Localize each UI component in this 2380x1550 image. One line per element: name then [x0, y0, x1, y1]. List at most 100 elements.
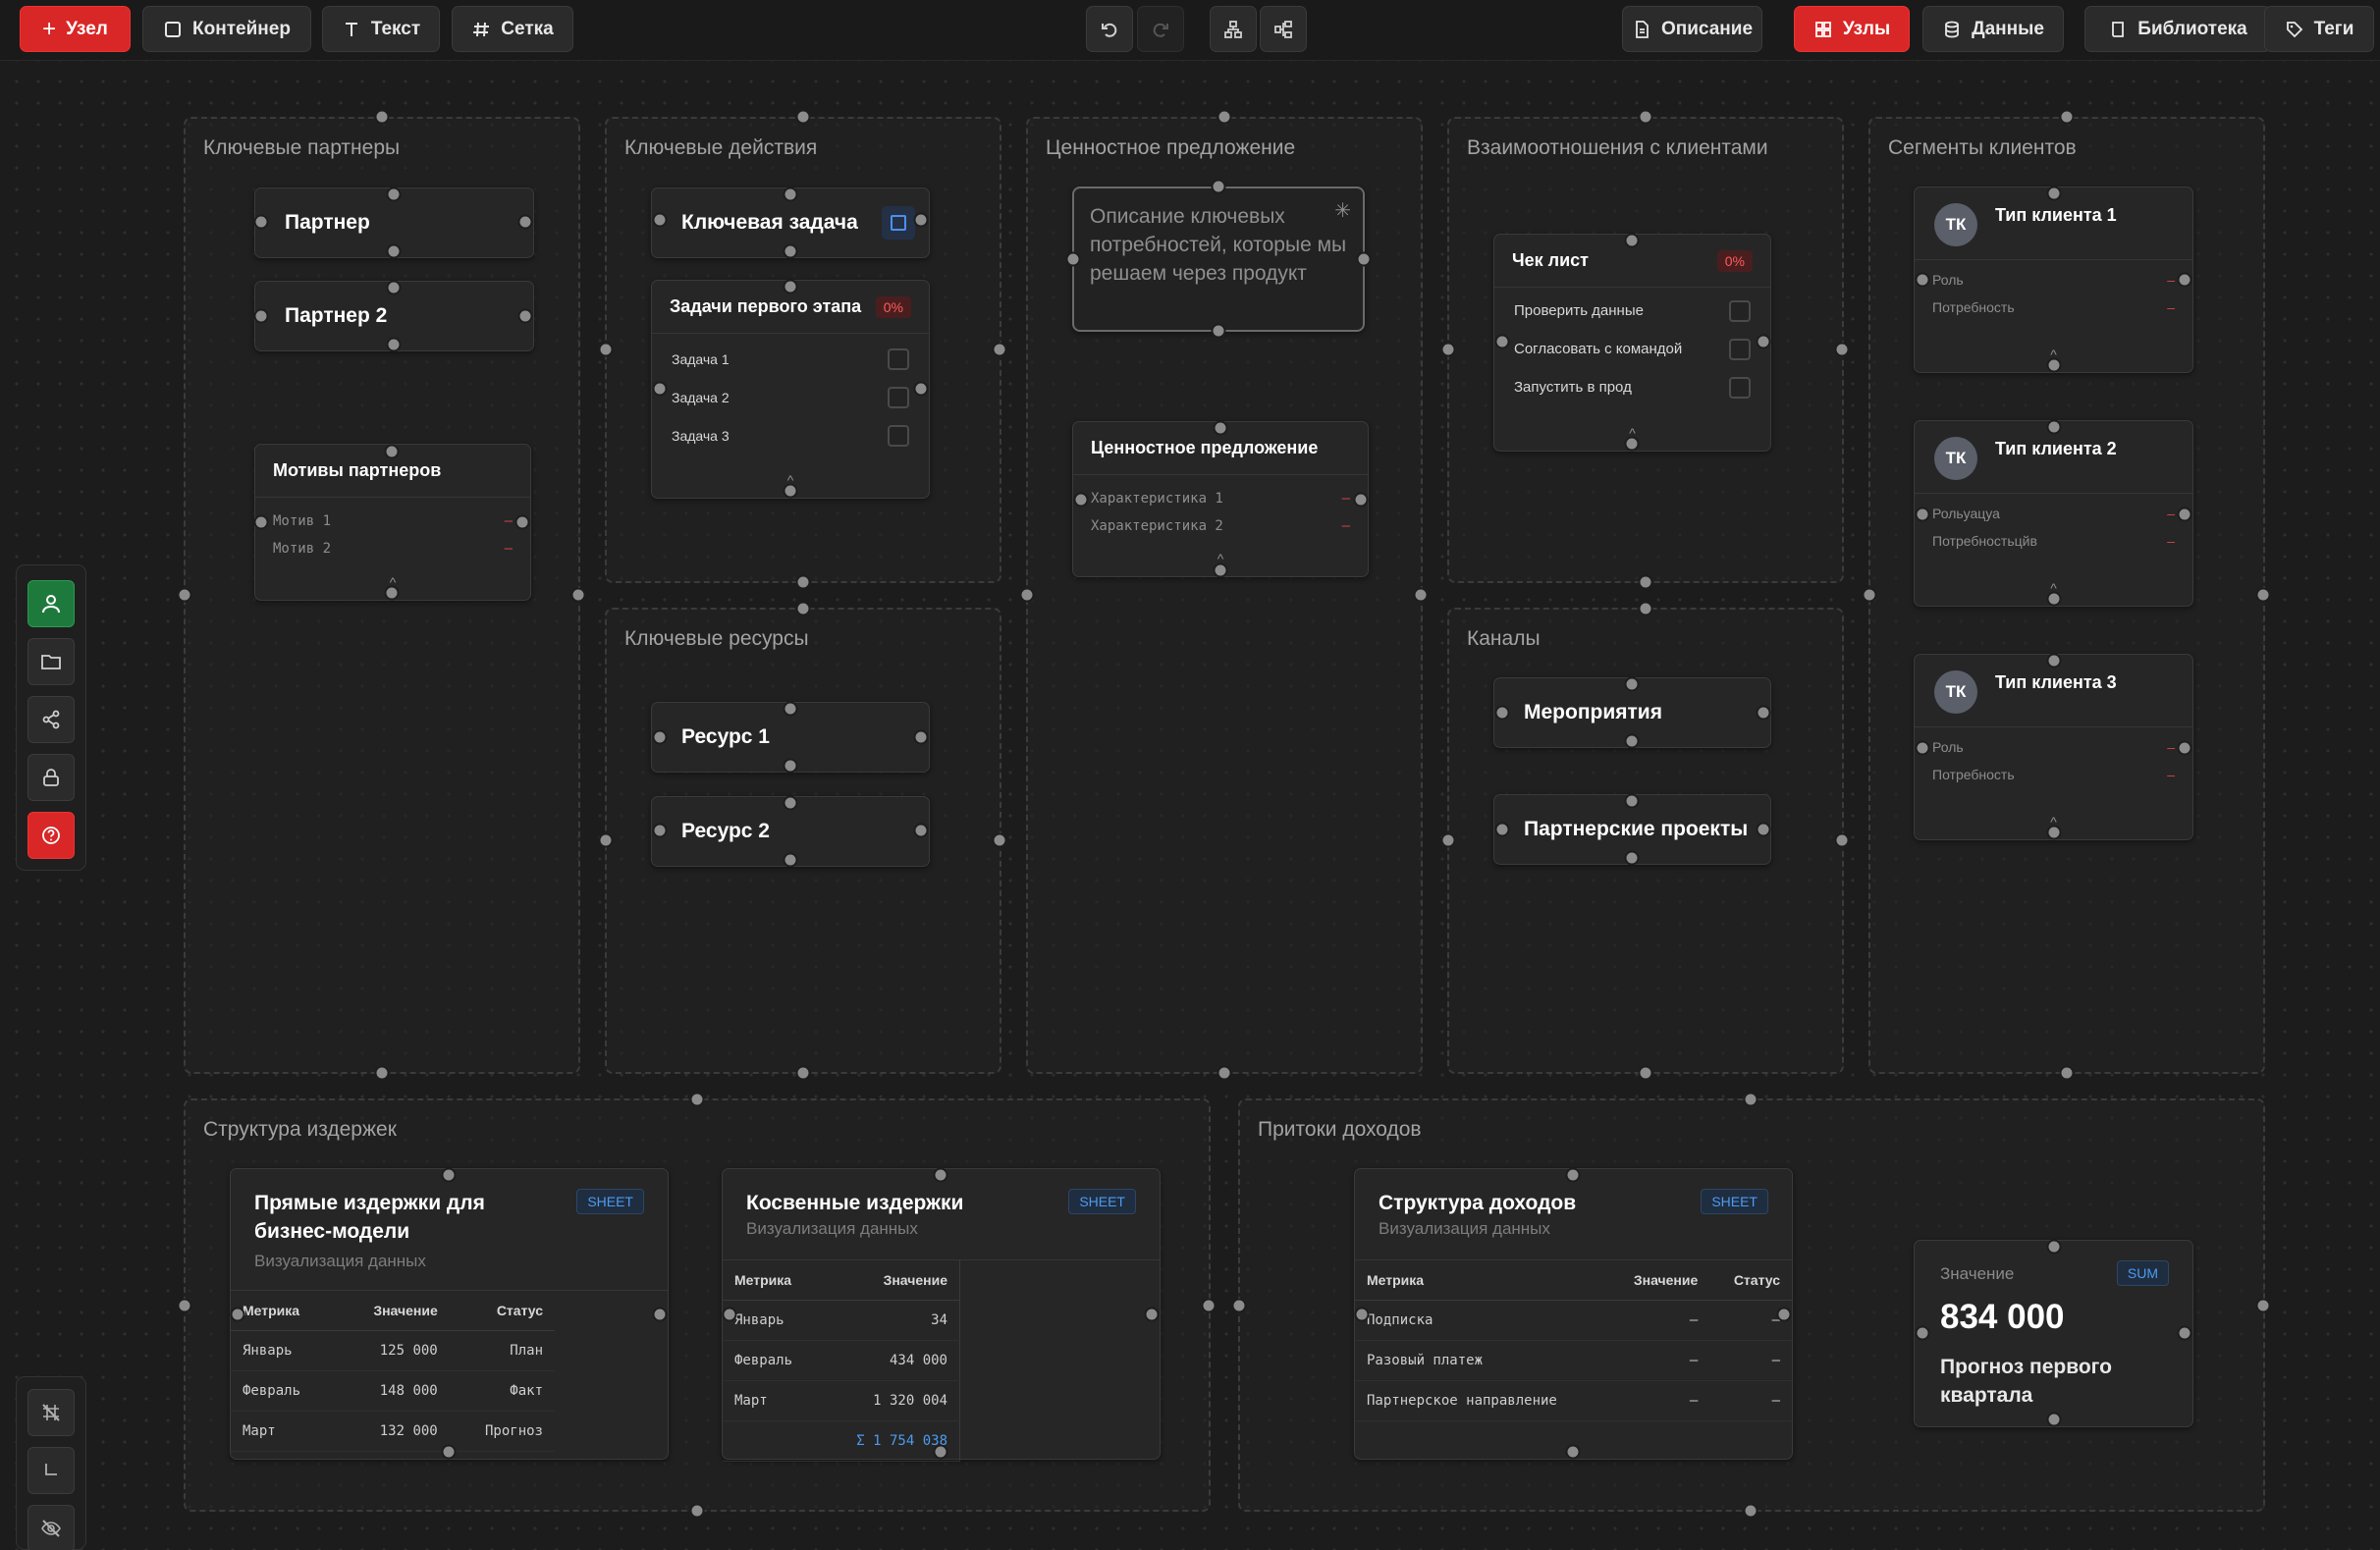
task-checkbox[interactable] — [888, 347, 909, 370]
handle-dot[interactable] — [374, 109, 390, 125]
handle-dot[interactable] — [2046, 653, 2062, 668]
auto-layout-button[interactable] — [1210, 6, 1257, 52]
handle-dot[interactable] — [1440, 342, 1456, 357]
node-customer-type-3[interactable]: ТК Тип клиента 3 Роль – Потребность – ^ — [1914, 654, 2193, 840]
handle-dot[interactable] — [517, 308, 533, 324]
handle-dot[interactable] — [384, 585, 400, 601]
checklist-checkbox[interactable] — [1729, 376, 1751, 399]
handle-dot[interactable] — [2046, 357, 2062, 373]
handle-dot[interactable] — [783, 243, 798, 259]
handle-dot[interactable] — [1915, 272, 1930, 288]
node-customer-type-1[interactable]: ТК Тип клиента 1 Роль – Потребность – ^ — [1914, 187, 2193, 373]
handle-dot[interactable] — [1624, 676, 1640, 692]
handle-dot[interactable] — [1624, 793, 1640, 809]
handle-dot[interactable] — [795, 601, 811, 616]
checklist-row[interactable]: Согласовать с командой — [1494, 330, 1770, 368]
handle-dot[interactable] — [386, 280, 402, 295]
handle-dot[interactable] — [374, 1065, 390, 1081]
handle-dot[interactable] — [795, 1065, 811, 1081]
handle-dot[interactable] — [598, 342, 614, 357]
handle-dot[interactable] — [570, 587, 586, 603]
handle-dot[interactable] — [1638, 574, 1653, 590]
grid-button[interactable]: Сетка — [452, 6, 573, 52]
description-button[interactable]: Описание — [1622, 6, 1762, 52]
handle-dot[interactable] — [652, 729, 668, 745]
edge-style-button[interactable] — [27, 1447, 75, 1494]
handle-dot[interactable] — [933, 1167, 948, 1183]
handle-dot[interactable] — [652, 823, 668, 838]
handle-dot[interactable] — [2046, 186, 2062, 201]
node-checklist[interactable]: Чек лист 0% Проверить данные Согласовать… — [1493, 234, 1771, 452]
handle-dot[interactable] — [2059, 109, 2075, 125]
handle-dot[interactable] — [1638, 601, 1653, 616]
handle-dot[interactable] — [2255, 587, 2271, 603]
handle-dot[interactable] — [1915, 507, 1930, 522]
node-revenue-structure-sheet[interactable]: Структура доходов Визуализация данных SH… — [1354, 1168, 1793, 1460]
node-direct-costs-sheet[interactable]: Прямые издержки для бизнес-модели Визуал… — [230, 1168, 669, 1460]
handle-dot[interactable] — [913, 212, 929, 228]
undo-button[interactable] — [1086, 6, 1133, 52]
table-row[interactable]: Февраль 434 000 — [723, 1340, 960, 1381]
handle-dot[interactable] — [1756, 705, 1771, 721]
checklist-row[interactable]: Проверить данные — [1494, 292, 1770, 330]
task-checkbox[interactable] — [888, 424, 909, 447]
handle-dot[interactable] — [1413, 587, 1429, 603]
redo-button[interactable] — [1137, 6, 1184, 52]
handle-dot[interactable] — [253, 308, 269, 324]
handle-dot[interactable] — [783, 795, 798, 811]
handle-dot[interactable] — [1862, 587, 1877, 603]
handle-dot[interactable] — [795, 109, 811, 125]
table-row[interactable]: Март 132 000 Прогноз — [231, 1411, 555, 1452]
handle-dot[interactable] — [1624, 233, 1640, 248]
handle-dot[interactable] — [652, 381, 668, 397]
add-node-button[interactable]: + Узел — [20, 6, 131, 52]
node-first-stage-tasks[interactable]: Задачи первого этапа 0% Задача 1 Задача … — [651, 280, 930, 499]
handle-dot[interactable] — [1213, 562, 1228, 578]
sparkle-icon[interactable]: ✳ — [1334, 198, 1351, 223]
handle-dot[interactable] — [689, 1092, 705, 1107]
handle-dot[interactable] — [1019, 587, 1035, 603]
handle-dot[interactable] — [1144, 1307, 1160, 1322]
handle-dot[interactable] — [514, 514, 530, 530]
handle-dot[interactable] — [2059, 1065, 2075, 1081]
user-tool-button[interactable] — [27, 580, 75, 627]
handle-dot[interactable] — [1201, 1298, 1217, 1313]
handle-dot[interactable] — [1834, 832, 1850, 848]
handle-dot[interactable] — [913, 381, 929, 397]
table-row[interactable]: Март 1 320 004 — [723, 1380, 960, 1421]
handle-dot[interactable] — [1565, 1444, 1581, 1460]
handle-dot[interactable] — [992, 342, 1007, 357]
handle-dot[interactable] — [1211, 323, 1226, 339]
node-sum-value[interactable]: Значение SUM 834 000 Прогноз первого ква… — [1914, 1240, 2193, 1427]
nodes-button[interactable]: Узлы — [1794, 6, 1910, 52]
handle-dot[interactable] — [1217, 1065, 1232, 1081]
handle-dot[interactable] — [253, 214, 269, 230]
handle-dot[interactable] — [1756, 822, 1771, 837]
checklist-checkbox[interactable] — [1729, 299, 1751, 322]
handle-dot[interactable] — [1494, 705, 1510, 721]
folder-tool-button[interactable] — [27, 638, 75, 685]
description-text[interactable]: Описание ключевых потребностей, которые … — [1074, 188, 1363, 301]
handle-dot[interactable] — [1494, 822, 1510, 837]
lock-tool-button[interactable] — [27, 754, 75, 801]
handle-dot[interactable] — [1073, 492, 1089, 508]
handle-dot[interactable] — [1354, 1307, 1370, 1322]
handle-dot[interactable] — [1834, 342, 1850, 357]
visibility-toggle-button[interactable] — [27, 1505, 75, 1550]
handle-dot[interactable] — [783, 187, 798, 202]
handle-dot[interactable] — [1624, 436, 1640, 452]
handle-dot[interactable] — [177, 587, 192, 603]
handle-dot[interactable] — [1440, 832, 1456, 848]
table-row[interactable]: Январь 34 — [723, 1300, 960, 1341]
hide-grid-button[interactable] — [27, 1389, 75, 1436]
handle-dot[interactable] — [933, 1444, 948, 1460]
handle-dot[interactable] — [689, 1503, 705, 1519]
handle-dot[interactable] — [2177, 740, 2192, 756]
handle-dot[interactable] — [1231, 1298, 1247, 1313]
library-button[interactable]: Библиотека — [2084, 6, 2271, 52]
handle-dot[interactable] — [598, 832, 614, 848]
handle-dot[interactable] — [1743, 1092, 1758, 1107]
handle-dot[interactable] — [2177, 1325, 2192, 1341]
handle-dot[interactable] — [783, 483, 798, 499]
connect-layout-button[interactable] — [1260, 6, 1307, 52]
